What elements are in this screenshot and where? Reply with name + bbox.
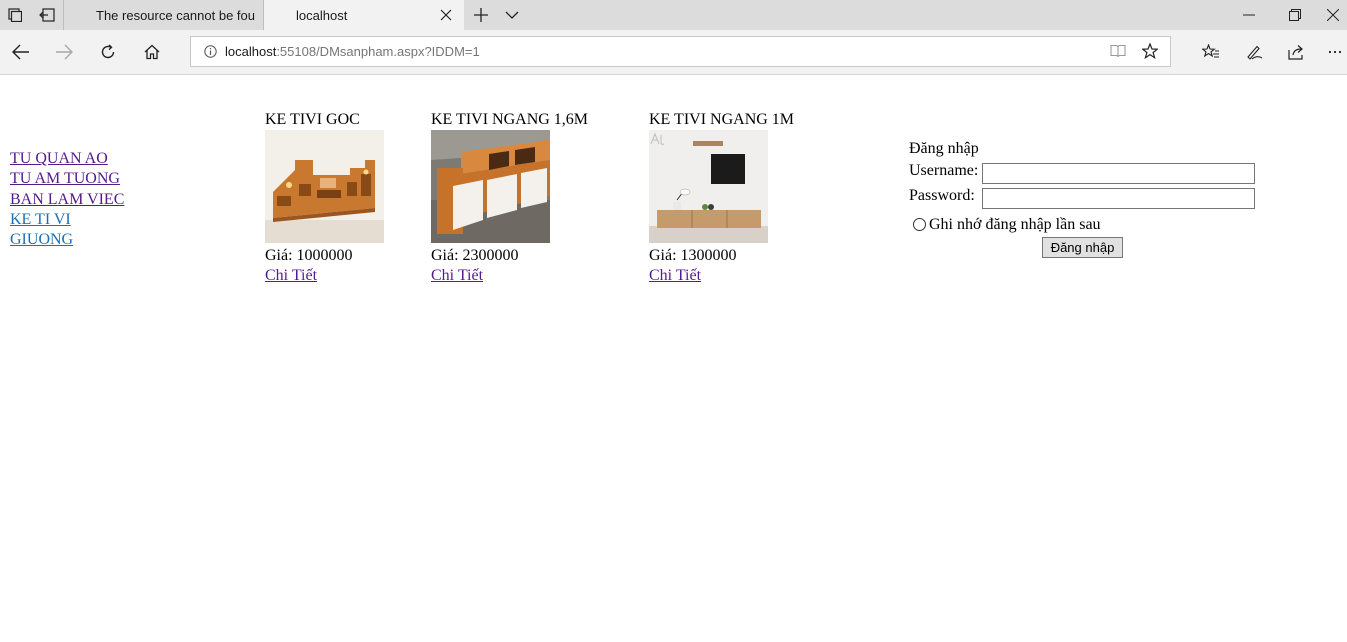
tab-localhost[interactable]: localhost [264, 0, 464, 30]
more-options-icon[interactable] [1324, 37, 1346, 67]
login-heading: Đăng nhập [909, 140, 979, 157]
url-host: localhost [225, 44, 277, 59]
navigation-bar: localhost:55108/DMsanpham.aspx?IDDM=1 [0, 30, 1347, 75]
product-image-tv-stand-1-6m[interactable] [431, 130, 550, 243]
login-button[interactable]: Đăng nhập [1042, 237, 1123, 258]
password-input[interactable] [982, 188, 1255, 209]
remember-row: Ghi nhớ đăng nhập lần sau [909, 212, 1101, 237]
tab-preview-chevron-icon[interactable] [497, 0, 527, 30]
back-icon[interactable] [6, 37, 36, 67]
category-menu: TU QUAN AO TU AM TUONG BAN LAM VIEC KE T… [10, 149, 124, 250]
new-tab-icon[interactable] [466, 0, 496, 30]
product-name: KE TIVI GOC [265, 111, 360, 128]
product-card: KE TIVI NGANG 1M Giá: 1300000 Chi Tiết [649, 110, 794, 286]
tab-bar: The resource cannot be fou localhost [0, 0, 1347, 31]
set-tabs-aside-icon[interactable] [32, 0, 62, 30]
restore-icon[interactable] [1272, 0, 1318, 30]
product-name: KE TIVI NGANG 1,6M [431, 111, 589, 128]
minimize-icon[interactable] [1226, 0, 1272, 30]
product-image-tv-corner-shelf[interactable] [265, 130, 384, 243]
category-link-tu-quan-ao[interactable]: TU QUAN AO [10, 149, 124, 169]
category-link-giuong[interactable]: GIUONG [10, 230, 124, 250]
remember-radio[interactable] [913, 218, 926, 231]
category-link-ban-lam-viec[interactable]: BAN LAM VIEC [10, 190, 124, 210]
close-tab-icon[interactable] [438, 7, 454, 23]
reading-view-icon[interactable] [1110, 44, 1126, 58]
tab-actions-icon[interactable] [0, 0, 30, 30]
favorites-hub-icon[interactable] [1196, 37, 1226, 67]
forward-icon[interactable] [49, 37, 79, 67]
url-path: :55108/DMsanpham.aspx?IDDM=1 [276, 44, 480, 59]
product-image-tv-stand-1m[interactable] [649, 130, 768, 243]
product-price: Giá: 1000000 [265, 247, 353, 264]
address-bar[interactable]: localhost:55108/DMsanpham.aspx?IDDM=1 [190, 36, 1171, 67]
product-price: Giá: 2300000 [431, 247, 519, 264]
web-note-pen-icon[interactable] [1239, 37, 1269, 67]
username-row: Username: [909, 162, 1255, 187]
favorite-star-icon[interactable] [1142, 43, 1158, 59]
login-panel: Đăng nhập Username: Password: Ghi nhớ đă… [909, 140, 1255, 258]
category-link-ke-ti-vi[interactable]: KE TI VI [10, 210, 124, 230]
password-row: Password: [909, 187, 1255, 212]
share-icon[interactable] [1282, 37, 1312, 67]
home-icon[interactable] [137, 37, 167, 67]
category-link-tu-am-tuong[interactable]: TU AM TUONG [10, 169, 124, 189]
refresh-icon[interactable] [93, 37, 123, 67]
product-card: KE TIVI GOC Giá: 1000000 Chi Tiết [265, 110, 384, 286]
product-detail-link[interactable]: Chi Tiết [431, 266, 588, 286]
password-label: Password: [909, 187, 975, 204]
tab-title: The resource cannot be fou [96, 7, 255, 23]
username-input[interactable] [982, 163, 1255, 184]
product-price: Giá: 1300000 [649, 247, 737, 264]
remember-label: Ghi nhớ đăng nhập lần sau [929, 215, 1101, 233]
close-window-icon[interactable] [1318, 0, 1347, 30]
site-info-icon[interactable] [204, 45, 217, 58]
product-detail-link[interactable]: Chi Tiết [265, 266, 384, 286]
product-name: KE TIVI NGANG 1M [649, 111, 795, 128]
product-card: KE TIVI NGANG 1,6M Giá: 2300000 Chi Tiết [431, 110, 588, 286]
tab-title: localhost [296, 7, 348, 23]
username-label: Username: [909, 162, 979, 179]
product-detail-link[interactable]: Chi Tiết [649, 266, 794, 286]
tab-resource-not-found[interactable]: The resource cannot be fou [63, 0, 264, 30]
